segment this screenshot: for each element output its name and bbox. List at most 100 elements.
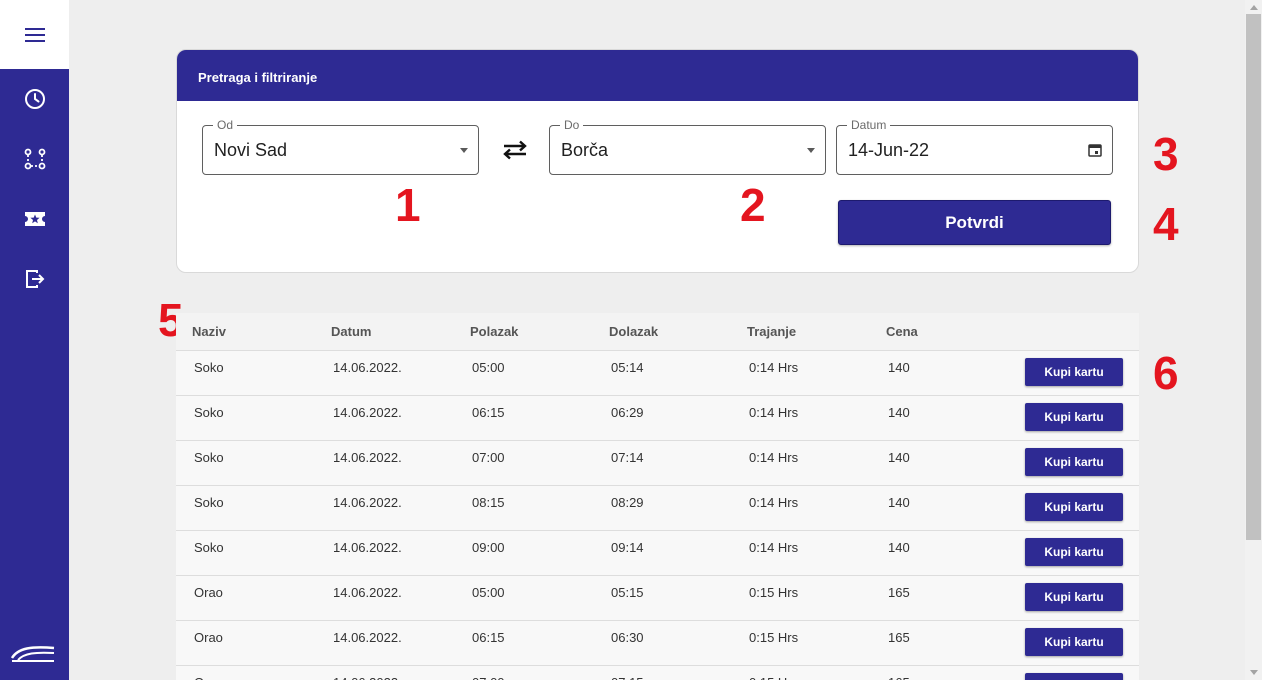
cell-arrival: 09:14 xyxy=(611,540,644,555)
cell-date: 14.06.2022. xyxy=(333,495,402,510)
marker-1: 1 xyxy=(395,179,421,231)
menu-button[interactable] xyxy=(0,0,69,69)
cell-arrival: 07:15 xyxy=(611,675,644,680)
cell-price: 140 xyxy=(888,360,910,375)
cell-duration: 0:15 Hrs xyxy=(749,585,799,600)
cell-name: Orao xyxy=(194,585,223,600)
cell-duration: 0:14 Hrs xyxy=(749,495,799,510)
cell-arrival: 07:14 xyxy=(611,450,644,465)
column-header-price: Cena xyxy=(886,324,918,339)
table-row: Orao 14.06.2022. 05:00 05:15 0:15 Hrs 165 Kupi… xyxy=(176,576,1139,621)
table-row: Orao 14.06.2022. 07:00 07:15 0:15 Hrs 165 Kupi… xyxy=(176,666,1139,680)
cell-name: Orao xyxy=(194,675,223,680)
cell-date: 14.06.2022. xyxy=(333,630,402,645)
table-row: Soko 14.06.2022. 09:00 09:14 0:14 Hrs 140 Kupi… xyxy=(176,531,1139,576)
cell-price: 140 xyxy=(888,450,910,465)
logout-icon xyxy=(25,270,44,288)
date-field[interactable]: Datum 14-Jun-22 xyxy=(836,117,1113,175)
swap-icon[interactable] xyxy=(500,138,530,162)
cell-departure: 09:00 xyxy=(472,540,505,555)
sidebar-item-logout[interactable] xyxy=(0,259,69,299)
departures-table: Naziv Datum Polazak Dolazak Trajanje Cen… xyxy=(176,313,1139,680)
cell-duration: 0:14 Hrs xyxy=(749,360,799,375)
cell-price: 165 xyxy=(888,630,910,645)
from-value: Novi Sad xyxy=(214,140,288,160)
sidebar-item-tickets[interactable] xyxy=(0,199,69,239)
scrollbar-thumb[interactable] xyxy=(1246,14,1261,540)
cell-name: Soko xyxy=(194,360,224,375)
buy-ticket-button[interactable]: Kupi kartu xyxy=(1025,673,1123,680)
cell-price: 165 xyxy=(888,585,910,600)
page-scrollbar[interactable] xyxy=(1245,0,1262,680)
cell-arrival: 05:14 xyxy=(611,360,644,375)
cell-date: 14.06.2022. xyxy=(333,675,402,680)
marker-4: 4 xyxy=(1153,198,1179,250)
table-row: Soko 14.06.2022. 05:00 05:14 0:14 Hrs 140 Kupi… xyxy=(176,351,1139,396)
column-header-name: Naziv xyxy=(192,324,226,339)
cell-name: Soko xyxy=(194,450,224,465)
cell-price: 140 xyxy=(888,495,910,510)
cell-name: Orao xyxy=(194,630,223,645)
cell-name: Soko xyxy=(194,405,224,420)
column-header-departure: Polazak xyxy=(470,324,519,339)
buy-ticket-button[interactable]: Kupi kartu xyxy=(1025,493,1123,521)
buy-ticket-button[interactable]: Kupi kartu xyxy=(1025,538,1123,566)
calendar-icon[interactable] xyxy=(1088,143,1102,157)
cell-date: 14.06.2022. xyxy=(333,450,402,465)
date-label: Datum xyxy=(847,117,891,133)
cell-date: 14.06.2022. xyxy=(333,360,402,375)
cell-price: 140 xyxy=(888,540,910,555)
cell-departure: 05:00 xyxy=(472,360,505,375)
chevron-down-icon xyxy=(460,148,468,153)
cell-departure: 07:00 xyxy=(472,675,505,680)
table-row: Orao 14.06.2022. 06:15 06:30 0:15 Hrs 165 Kupi… xyxy=(176,621,1139,666)
search-card: Pretraga i filtriranje Od Novi Sad Do Bo… xyxy=(176,49,1139,273)
marker-3: 3 xyxy=(1153,128,1179,180)
sidebar-item-history[interactable] xyxy=(0,79,69,119)
cell-departure: 06:15 xyxy=(472,405,505,420)
marker-6: 6 xyxy=(1153,347,1179,399)
cell-departure: 08:15 xyxy=(472,495,505,510)
scroll-up-icon[interactable] xyxy=(1245,0,1262,14)
cell-arrival: 06:29 xyxy=(611,405,644,420)
column-header-arrival: Dolazak xyxy=(609,324,659,339)
sidebar xyxy=(0,0,69,680)
chevron-down-icon xyxy=(807,148,815,153)
table-row: Soko 14.06.2022. 08:15 08:29 0:14 Hrs 140 Kupi… xyxy=(176,486,1139,531)
from-select[interactable]: Od Novi Sad xyxy=(202,117,479,175)
cell-duration: 0:14 Hrs xyxy=(749,405,799,420)
history-icon xyxy=(24,89,45,109)
cell-date: 14.06.2022. xyxy=(333,405,402,420)
cell-duration: 0:14 Hrs xyxy=(749,450,799,465)
cell-duration: 0:14 Hrs xyxy=(749,540,799,555)
buy-ticket-button[interactable]: Kupi kartu xyxy=(1025,358,1123,386)
marker-2: 2 xyxy=(740,179,766,231)
to-value: Borča xyxy=(561,140,609,160)
from-label: Od xyxy=(213,117,238,133)
cell-price: 140 xyxy=(888,405,910,420)
column-header-date: Datum xyxy=(331,324,372,339)
to-select[interactable]: Do Borča xyxy=(549,117,826,175)
column-header-duration: Trajanje xyxy=(747,324,797,339)
table-row: Soko 14.06.2022. 06:15 06:29 0:14 Hrs 140 Kupi… xyxy=(176,396,1139,441)
cell-arrival: 05:15 xyxy=(611,585,644,600)
search-card-header: Pretraga i filtriranje xyxy=(177,50,1138,101)
buy-ticket-button[interactable]: Kupi kartu xyxy=(1025,403,1123,431)
cell-name: Soko xyxy=(194,495,224,510)
buy-ticket-button[interactable]: Kupi kartu xyxy=(1025,628,1123,656)
to-label: Do xyxy=(560,117,584,133)
sidebar-item-routes[interactable] xyxy=(0,139,69,179)
ticket-icon xyxy=(24,212,45,226)
buy-ticket-button[interactable]: Kupi kartu xyxy=(1025,448,1123,476)
cell-arrival: 06:30 xyxy=(611,630,644,645)
cell-duration: 0:15 Hrs xyxy=(749,630,799,645)
buy-ticket-button[interactable]: Kupi kartu xyxy=(1025,583,1123,611)
cell-price: 165 xyxy=(888,675,910,680)
confirm-button[interactable]: Potvrdi xyxy=(838,200,1111,245)
cell-departure: 07:00 xyxy=(472,450,505,465)
cell-departure: 05:00 xyxy=(472,585,505,600)
scroll-down-icon[interactable] xyxy=(1245,666,1262,680)
table-row: Soko 14.06.2022. 07:00 07:14 0:14 Hrs 140 Kupi… xyxy=(176,441,1139,486)
train-logo xyxy=(10,646,55,662)
menu-icon xyxy=(24,27,45,42)
